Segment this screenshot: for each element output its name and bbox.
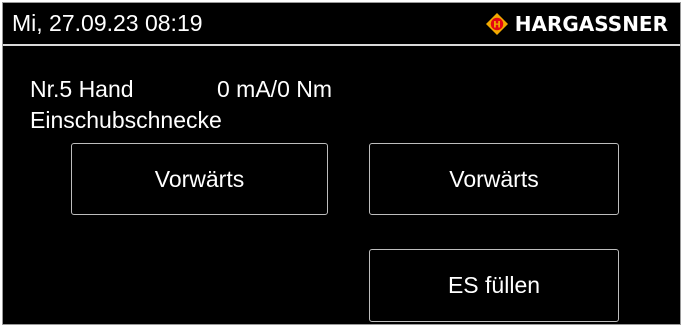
forward-button-right[interactable]: Vorwärts (369, 143, 619, 215)
load-reading: 0 mA/0 Nm (217, 76, 333, 102)
forward-button-left[interactable]: Vorwärts (71, 143, 328, 215)
brand: H HARGASSNER (485, 12, 668, 36)
component-label: Einschubschnecke (30, 107, 222, 133)
fill-auger-button[interactable]: ES füllen (369, 249, 619, 322)
header-bar: Mi, 27.09.23 08:19 H HARGASSNER (3, 3, 680, 46)
hargassner-logo-icon: H (485, 12, 509, 36)
screen-frame: Mi, 27.09.23 08:19 H HARGASSNER Nr.5 Han… (2, 2, 681, 325)
mode-label: Nr.5 Hand (30, 76, 134, 102)
brand-name: HARGASSNER (514, 12, 668, 36)
svg-text:H: H (493, 21, 501, 31)
datetime-display: Mi, 27.09.23 08:19 (12, 10, 203, 36)
